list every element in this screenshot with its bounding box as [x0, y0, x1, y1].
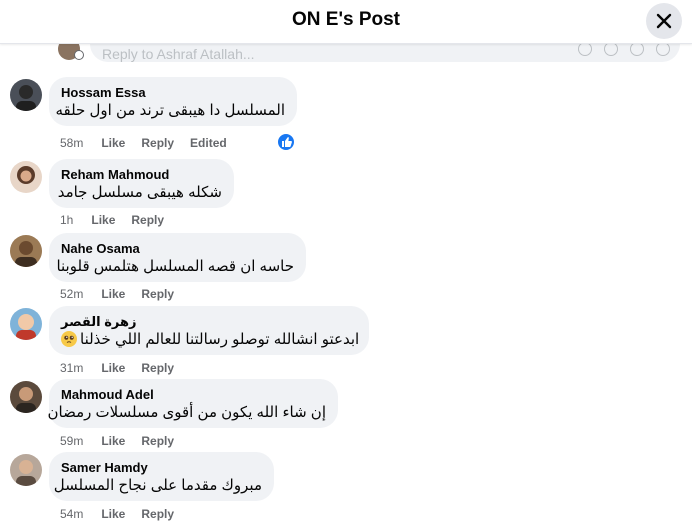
comment-time[interactable]: 59m — [60, 434, 83, 448]
comment-bubble: Reham Mahmoud شكله هيبقى مسلسل جامد — [49, 159, 234, 208]
reply-button[interactable]: Reply — [141, 136, 174, 150]
comment-time[interactable]: 58m — [60, 136, 83, 150]
close-button[interactable] — [646, 3, 682, 39]
reply-input[interactable]: Reply to Ashraf Atallah... — [90, 44, 680, 62]
like-button[interactable]: Like — [101, 434, 125, 448]
pleading-face-emoji — [61, 331, 77, 347]
sticker-icon[interactable] — [656, 44, 670, 56]
comment-text-row: ابدعتو انشالله توصلو رسالتنا للعالم اللي… — [61, 330, 360, 350]
comment-text: المسلسل دا هيبقى ترند من اول حلقه — [55, 102, 285, 119]
comment-time[interactable]: 52m — [60, 287, 83, 301]
comment-author[interactable]: Reham Mahmoud — [61, 167, 222, 183]
comment-bubble: Hossam Essa المسلسل دا هيبقى ترند من اول… — [49, 77, 297, 126]
like-button[interactable]: Like — [91, 213, 115, 227]
close-icon — [656, 13, 672, 29]
comment-author[interactable]: Samer Hamdy — [61, 460, 262, 476]
comment-bubble: Nahe Osama حاسه ان قصه المسلسل هتلمس قلو… — [49, 233, 306, 282]
comment-actions: 1h Like Reply — [60, 212, 180, 228]
comment-author[interactable]: Hossam Essa — [61, 85, 285, 101]
comment-bubble: زهرة القصر ابدعتو انشالله توصلو رسالتنا … — [49, 306, 369, 355]
like-button[interactable]: Like — [101, 136, 125, 150]
comment-time[interactable]: 1h — [60, 213, 73, 227]
comment-author[interactable]: زهرة القصر — [61, 314, 357, 330]
like-button[interactable]: Like — [101, 507, 125, 521]
comment-text: حاسه ان قصه المسلسل هتلمس قلوبنا — [56, 258, 294, 275]
comment-text: مبروك مقدما على نجاح المسلسل — [53, 477, 262, 494]
avatar[interactable] — [10, 79, 42, 111]
post-title: ON E's Post — [292, 9, 400, 30]
reply-button[interactable]: Reply — [141, 434, 174, 448]
comment-text: إن شاء الله يكون من أقوى مسلسلات رمضان — [47, 404, 326, 421]
like-button[interactable]: Like — [101, 361, 125, 375]
like-button[interactable]: Like — [101, 287, 125, 301]
avatar[interactable] — [10, 161, 42, 193]
camera-icon[interactable] — [604, 44, 618, 56]
comment-actions: 31m Like Reply — [60, 360, 190, 376]
comment-actions: 54m Like Reply — [60, 506, 190, 522]
composer-icons — [578, 44, 670, 56]
avatar[interactable] — [10, 308, 42, 340]
edited-label[interactable]: Edited — [190, 136, 227, 150]
avatar[interactable] — [10, 381, 42, 413]
chevron-down-icon[interactable] — [74, 50, 84, 60]
comment-actions: 59m Like Reply — [60, 433, 190, 449]
reply-button[interactable]: Reply — [141, 361, 174, 375]
comment-author[interactable]: Mahmoud Adel — [61, 387, 326, 403]
reply-button[interactable]: Reply — [141, 287, 174, 301]
comment-time[interactable]: 54m — [60, 507, 83, 521]
thumbs-up-icon[interactable] — [277, 133, 295, 151]
comment-bubble: Samer Hamdy مبروك مقدما على نجاح المسلسل — [49, 452, 274, 501]
avatar[interactable] — [10, 454, 42, 486]
avatar[interactable] — [10, 235, 42, 267]
comment-actions: 58m Like Reply Edited — [60, 135, 227, 151]
reply-composer: Reply to Ashraf Atallah... — [0, 44, 692, 66]
gif-icon[interactable] — [630, 44, 644, 56]
comment-author[interactable]: Nahe Osama — [61, 241, 294, 257]
comment-bubble: Mahmoud Adel إن شاء الله يكون من أقوى مس… — [47, 379, 338, 428]
dialog-header: ON E's Post — [0, 0, 692, 44]
emoji-icon[interactable] — [578, 44, 592, 56]
comment-time[interactable]: 31m — [60, 361, 83, 375]
comment-text: ابدعتو انشالله توصلو رسالتنا للعالم اللي… — [80, 331, 360, 348]
reply-button[interactable]: Reply — [141, 507, 174, 521]
reply-button[interactable]: Reply — [131, 213, 164, 227]
comment-text: شكله هيبقى مسلسل جامد — [57, 184, 222, 201]
comment-actions: 52m Like Reply — [60, 286, 190, 302]
reply-placeholder: Reply to Ashraf Atallah... — [102, 46, 255, 62]
